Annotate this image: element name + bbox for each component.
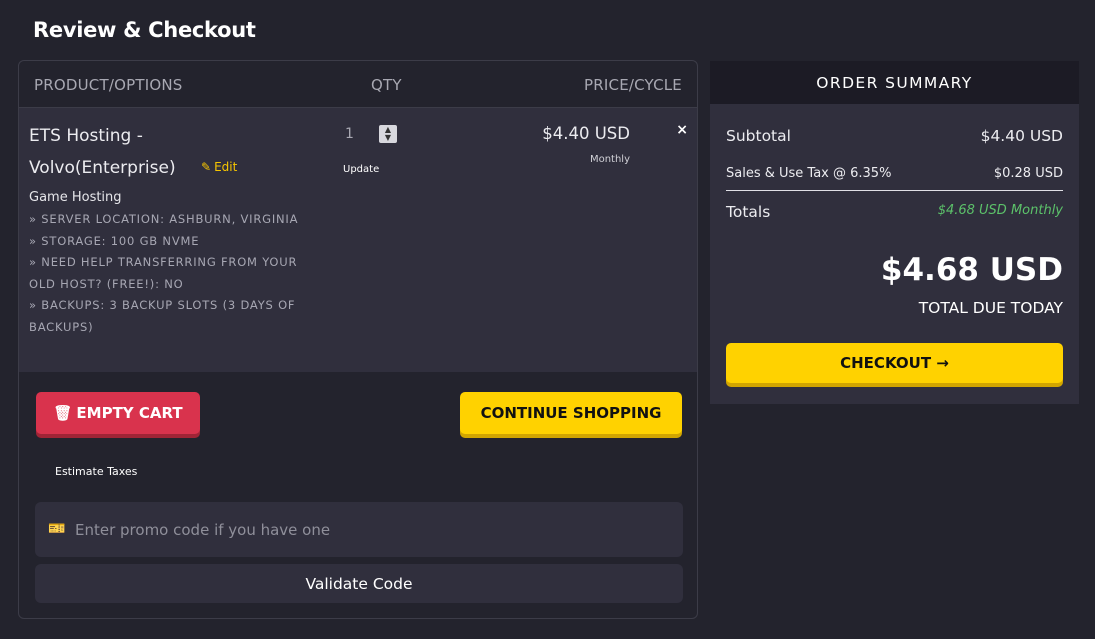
- close-icon[interactable]: ×: [676, 122, 688, 138]
- ticket-icon: 🎫: [48, 521, 66, 537]
- option-item: » Need help transferring from your old h…: [29, 255, 298, 291]
- cart-panel: PRODUCT/OPTIONS QTY PRICE/CYCLE ETS Host…: [18, 60, 698, 619]
- order-summary-title: ORDER SUMMARY: [710, 61, 1079, 104]
- product-options: » Server Location: Ashburn, Virginia » S…: [29, 209, 299, 339]
- tax-label: Sales & Use Tax @ 6.35%: [726, 166, 892, 181]
- empty-cart-button[interactable]: 🗑 EMPTY CART: [36, 392, 200, 434]
- cart-table-header: PRODUCT/OPTIONS QTY PRICE/CYCLE: [19, 61, 697, 108]
- edit-label: Edit: [214, 160, 238, 174]
- product-name-line2: Volvo(Enterprise): [29, 158, 176, 178]
- item-price: $4.40 USD: [542, 124, 630, 143]
- total-due-label: TOTAL DUE TODAY: [918, 299, 1063, 317]
- header-product: PRODUCT/OPTIONS: [34, 76, 183, 94]
- subtotal-value: $4.40 USD: [980, 127, 1063, 145]
- promo-code-field[interactable]: 🎫: [35, 502, 683, 557]
- tax-value: $0.28 USD: [993, 166, 1063, 181]
- header-price: PRICE/CYCLE: [584, 76, 682, 94]
- quantity-input[interactable]: 1: [337, 120, 377, 148]
- cart-item-row: ETS Hosting - Volvo(Enterprise) ✎ Edit Ga…: [19, 108, 697, 372]
- quantity-stepper[interactable]: ▲ ▼: [379, 125, 397, 143]
- checkout-button[interactable]: CHECKOUT →: [726, 343, 1063, 383]
- product-name: ETS Hosting - Volvo(Enterprise): [29, 120, 229, 184]
- product-name-line1: ETS Hosting -: [29, 126, 143, 146]
- checkout-label: CHECKOUT: [840, 354, 932, 372]
- option-item: » Server Location: Ashburn, Virginia: [29, 212, 299, 226]
- promo-code-input[interactable]: [75, 502, 665, 557]
- option-item: » Storage: 100 GB NVMe: [29, 233, 200, 248]
- totals-value: $4.68 USD Monthly: [937, 203, 1063, 218]
- header-qty: QTY: [371, 76, 402, 94]
- summary-divider: [726, 190, 1063, 191]
- totals-label: Totals: [726, 203, 771, 221]
- arrow-right-icon: →: [936, 354, 949, 372]
- pencil-icon: ✎: [201, 160, 212, 174]
- chevron-down-icon[interactable]: ▼: [379, 134, 397, 142]
- validate-code-button[interactable]: Validate Code: [35, 564, 683, 603]
- empty-cart-label: EMPTY CART: [76, 404, 183, 422]
- update-link[interactable]: Update: [343, 164, 379, 175]
- total-due-amount: $4.68 USD: [880, 252, 1063, 288]
- estimate-taxes-link[interactable]: Estimate Taxes: [55, 465, 137, 478]
- order-summary-panel: ORDER SUMMARY Subtotal $4.40 USD Sales &…: [710, 61, 1079, 404]
- subtotal-label: Subtotal: [726, 127, 791, 145]
- edit-link[interactable]: ✎ Edit: [201, 160, 237, 174]
- option-item: » Backups: 3 Backup Slots (3 Days of Bac…: [29, 298, 296, 334]
- product-group: Game Hosting: [29, 190, 122, 205]
- continue-shopping-button[interactable]: CONTINUE SHOPPING: [460, 392, 682, 434]
- trash-icon: 🗑: [53, 404, 73, 422]
- item-cycle: Monthly: [589, 154, 630, 165]
- page-title: Review & Checkout: [33, 18, 256, 42]
